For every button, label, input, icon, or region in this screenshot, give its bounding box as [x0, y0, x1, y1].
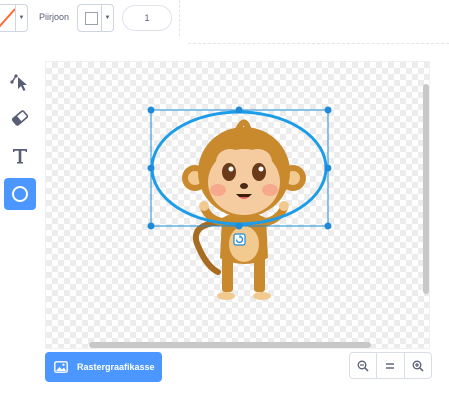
- image-icon: [54, 361, 68, 373]
- text-icon: [13, 149, 27, 164]
- tool-circle[interactable]: [4, 178, 36, 210]
- zoom-controls: [349, 352, 432, 379]
- chevron-down-icon: ▼: [101, 5, 113, 31]
- outline-color-button[interactable]: ▼: [77, 4, 114, 32]
- tool-text[interactable]: [4, 140, 36, 172]
- vertical-scrollbar[interactable]: [423, 84, 429, 294]
- monkey-sprite[interactable]: [140, 100, 350, 310]
- chevron-down-icon: ▼: [15, 5, 27, 31]
- tool-eraser[interactable]: [4, 102, 36, 134]
- tool-reshape[interactable]: [4, 66, 36, 98]
- outline-color-swatch: [85, 12, 98, 25]
- toolbar-bottom-divider: [188, 43, 449, 44]
- convert-to-bitmap-button[interactable]: Rastergraafikasse: [45, 352, 162, 382]
- zoom-reset-icon: [386, 362, 395, 369]
- fill-color-button[interactable]: ▼: [0, 4, 28, 32]
- horizontal-scrollbar[interactable]: [89, 342, 371, 348]
- outline-label: Piirjoon: [39, 12, 70, 22]
- zoom-in-icon: [412, 360, 424, 372]
- zoom-out-button[interactable]: [350, 353, 378, 378]
- zoom-in-button[interactable]: [405, 353, 431, 378]
- zoom-reset-button[interactable]: [377, 353, 405, 378]
- circle-icon: [12, 186, 28, 202]
- convert-button-label: Rastergraafikasse: [77, 362, 155, 372]
- toolbar-divider: [179, 0, 180, 36]
- zoom-out-icon: [357, 360, 369, 372]
- outline-width-input[interactable]: 1: [122, 5, 172, 31]
- eraser-icon: [11, 110, 29, 126]
- reshape-arrow-icon: [10, 74, 27, 91]
